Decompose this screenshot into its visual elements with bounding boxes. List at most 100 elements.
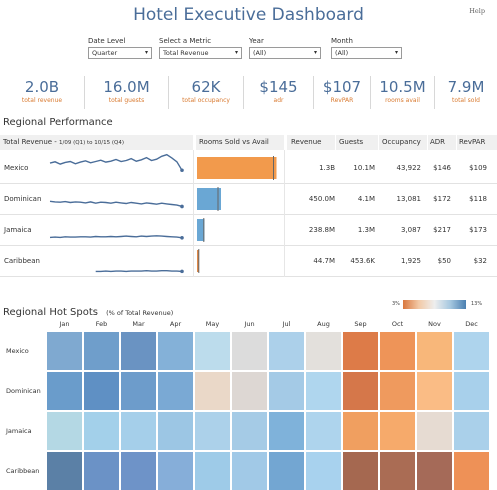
heatmap-cell[interactable]: [453, 451, 490, 490]
month-label: Jun: [244, 320, 255, 328]
heatmap-cell[interactable]: [231, 371, 268, 411]
kpi-value: 62K: [191, 78, 221, 96]
kpi-adr: $145 adr: [243, 76, 313, 109]
rooms-sold-bar: [197, 157, 277, 179]
heatmap-cell[interactable]: [231, 451, 268, 490]
metric-dropdown[interactable]: Total Revenue ▾: [159, 47, 242, 59]
heatmap-cell[interactable]: [46, 411, 83, 451]
kpi-value: 7.9M: [447, 78, 485, 96]
col-header-guests: Guests: [336, 135, 378, 150]
year-dropdown[interactable]: (All) ▾: [249, 47, 321, 59]
month-label: Oct: [391, 320, 404, 328]
regional-hot-spots: Regional Hot Spots (% of Total Revenue) …: [0, 295, 497, 490]
heatmap-cell[interactable]: [305, 411, 342, 451]
cell-revenue: 238.8M: [308, 226, 335, 234]
heatmap-cell[interactable]: [194, 451, 231, 490]
sparkline-end-point: [180, 204, 184, 209]
rooms-sold-vs-avail-chart: [197, 249, 200, 273]
help-link[interactable]: Help: [469, 7, 485, 15]
kpi-label: total occupancy: [182, 97, 230, 104]
heatmap-cell[interactable]: [120, 451, 157, 490]
heatmap-cell[interactable]: [453, 331, 490, 371]
heatmap-cell[interactable]: [120, 411, 157, 451]
heatmap-cell[interactable]: [453, 371, 490, 411]
heatmap-cell[interactable]: [83, 331, 120, 371]
heatmap-cell[interactable]: [231, 411, 268, 451]
heatmap-cell[interactable]: [268, 331, 305, 371]
heatmap-cell[interactable]: [342, 451, 379, 490]
hot-spots-title: Regional Hot Spots: [3, 307, 98, 318]
heatmap-cell[interactable]: [83, 371, 120, 411]
heatmap-cell[interactable]: [305, 371, 342, 411]
legend-min-label: 3%: [392, 301, 400, 307]
cell-adr: $172: [433, 195, 451, 203]
heatmap-cell[interactable]: [342, 371, 379, 411]
kpi-label: total revenue: [21, 97, 63, 104]
heatmap-cell[interactable]: [379, 331, 416, 371]
heatmap-cell[interactable]: [453, 411, 490, 451]
heatmap-row-label: Mexico: [6, 347, 29, 355]
heatmap-cell[interactable]: [157, 451, 194, 490]
heatmap-cell[interactable]: [157, 411, 194, 451]
heatmap-cell[interactable]: [157, 331, 194, 371]
heatmap-cell[interactable]: [268, 451, 305, 490]
filter-label: Select a Metric: [159, 37, 212, 45]
cell-revenue: 450.0M: [308, 195, 335, 203]
heatmap-cell[interactable]: [120, 371, 157, 411]
heatmap-cell[interactable]: [46, 451, 83, 490]
heatmap-cell[interactable]: [416, 331, 453, 371]
table-row[interactable]: Jamaica 238.8M 1.3M 3,087 $217 $173: [0, 215, 497, 246]
revenue-sparkline: [49, 235, 184, 240]
heatmap-cell[interactable]: [305, 451, 342, 490]
heatmap-cell[interactable]: [231, 331, 268, 371]
heatmap-cell[interactable]: [194, 411, 231, 451]
revenue-sparkline: [49, 153, 184, 173]
date-level-dropdown[interactable]: Quarter ▾: [88, 47, 152, 59]
kpi-label: rooms avail: [385, 97, 420, 104]
heatmap-cell[interactable]: [305, 331, 342, 371]
heatmap-cell[interactable]: [46, 371, 83, 411]
cell-revpar: $173: [469, 226, 487, 234]
region-name: Mexico: [4, 164, 29, 172]
kpi-total-guests: 16.0M total guests: [84, 76, 168, 109]
month-label: Nov: [428, 320, 441, 328]
heatmap-cell[interactable]: [120, 331, 157, 371]
cell-occupancy: 3,087: [400, 226, 421, 234]
month-label: Sep: [354, 320, 367, 328]
heatmap-cell[interactable]: [342, 331, 379, 371]
chevron-down-icon: ▾: [144, 49, 148, 56]
heatmap-cell[interactable]: [83, 451, 120, 490]
heatmap-cell[interactable]: [416, 411, 453, 451]
heatmap-cell[interactable]: [379, 371, 416, 411]
kpi-value: 16.0M: [103, 78, 150, 96]
heatmap-row-label: Jamaica: [6, 427, 32, 435]
month-label: May: [205, 320, 220, 328]
heatmap-cell[interactable]: [268, 411, 305, 451]
heatmap-cell[interactable]: [83, 411, 120, 451]
heatmap-cell[interactable]: [157, 371, 194, 411]
table-row[interactable]: Mexico 1.3B 10.1M 43,922 $146 $109: [0, 153, 497, 184]
sparkline-end-point: [180, 235, 184, 240]
heatmap-cell[interactable]: [416, 371, 453, 411]
heatmap-cell[interactable]: [268, 371, 305, 411]
table-row[interactable]: Caribbean 44.7M 453.6K 1,925 $50 $32: [0, 246, 497, 277]
heatmap-cell[interactable]: [194, 371, 231, 411]
heatmap-cell[interactable]: [416, 451, 453, 490]
cell-occupancy: 13,081: [396, 195, 422, 203]
heatmap-cell[interactable]: [342, 411, 379, 451]
region-name: Dominican: [4, 195, 42, 203]
cell-revpar: $32: [473, 257, 487, 265]
cell-adr: $217: [433, 226, 451, 234]
month-dropdown[interactable]: (All) ▾: [331, 47, 402, 59]
dropdown-value: Quarter: [92, 49, 118, 57]
heatmap-cell[interactable]: [379, 411, 416, 451]
dropdown-value: (All): [335, 49, 349, 57]
month-label: Jul: [282, 320, 291, 328]
heatmap-cell[interactable]: [379, 451, 416, 490]
table-row[interactable]: Dominican 450.0M 4.1M 13,081 $172 $118: [0, 184, 497, 215]
month-label: Mar: [132, 320, 145, 328]
kpi-label: RevPAR: [330, 97, 354, 104]
heatmap-cell[interactable]: [194, 331, 231, 371]
rooms-sold-bar: [197, 188, 221, 210]
heatmap-cell[interactable]: [46, 331, 83, 371]
